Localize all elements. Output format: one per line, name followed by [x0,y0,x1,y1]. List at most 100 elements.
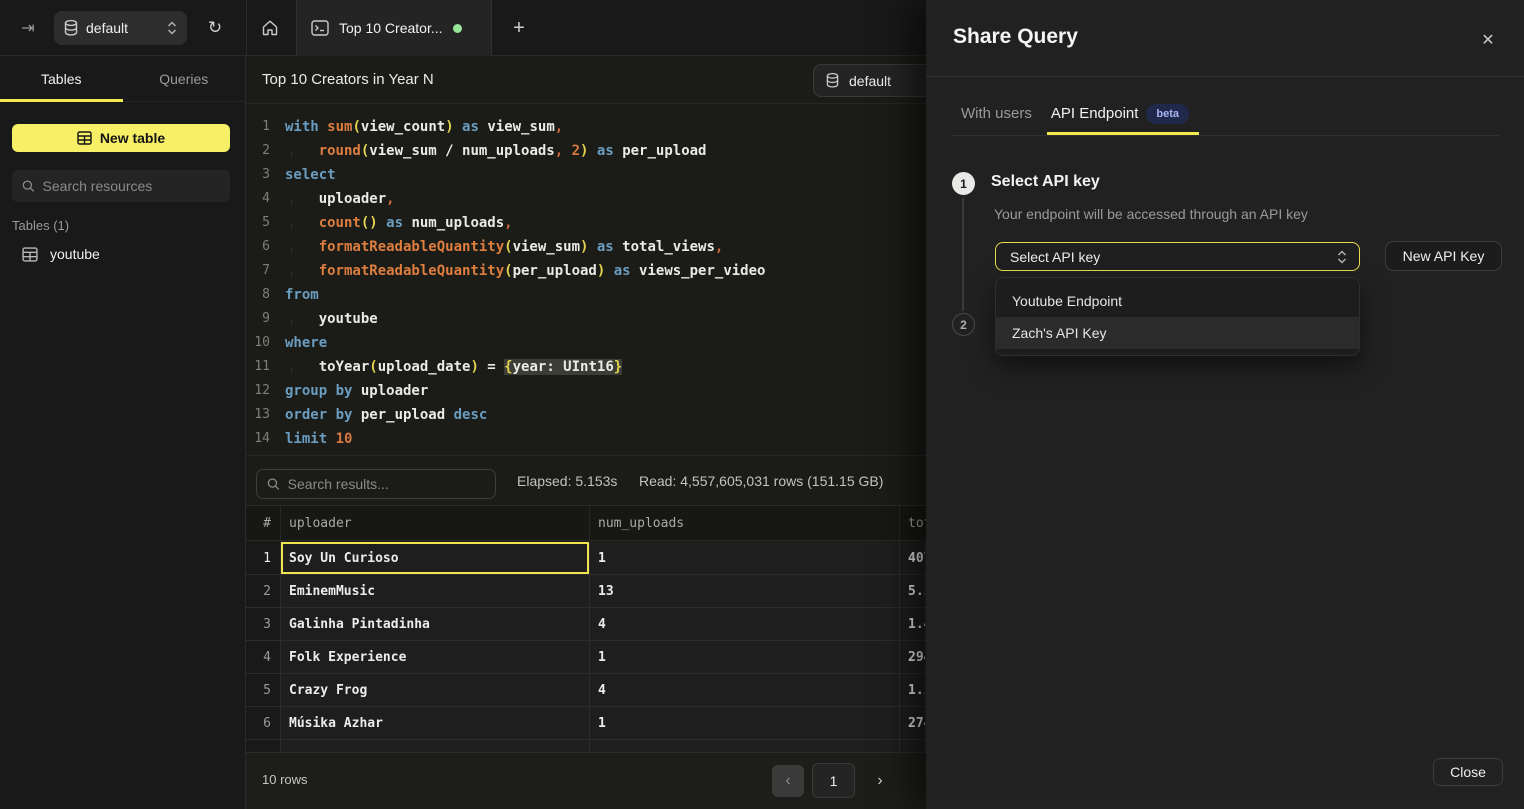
sidebar-collapse-icon[interactable]: ⇥ [16,16,40,40]
code-line: 3select [246,163,926,187]
database-selector[interactable]: default [54,11,187,45]
column-header-uploader[interactable]: uploader [281,506,590,540]
uploader-cell[interactable]: Folk Experience [281,641,590,674]
table-icon [77,131,92,145]
code-line: 14limit 10 [246,427,926,451]
line-number: 8 [246,283,270,307]
table-row: 6Músika Azhar1274 [246,707,926,740]
new-table-button[interactable]: New table [12,124,230,152]
new-table-label: New table [100,130,165,146]
row-index-cell[interactable]: 4 [246,641,281,674]
uploader-cell[interactable]: Soy Un Curioso [281,542,590,575]
api-key-menu-item[interactable]: Zach's API Key [996,317,1359,349]
api-key-select-value: Select API key [1010,249,1337,265]
topbar-divider [246,0,247,56]
line-number: 5 [246,211,270,235]
updown-chevron-icon [167,21,177,35]
table-row: 2EminemMusic135.1 [246,575,926,608]
tab-queries[interactable]: Queries [123,56,246,101]
total-views-cell[interactable]: 5.1 [900,575,926,608]
api-key-menu: Youtube EndpointZach's API Key [995,277,1360,356]
num-uploads-cell[interactable]: 1 [590,641,900,674]
search-icon [267,477,280,491]
code-line: 11toYear(upload_date) = {year: UInt16} [246,355,926,379]
share-query-panel: Share Query ✕ With users API Endpoint be… [926,0,1524,809]
row-index-cell[interactable]: 6 [246,707,281,740]
active-tab-underline [1047,132,1199,135]
panel-title: Share Query [953,25,1078,49]
column-header-total-views[interactable]: tot [900,506,926,540]
code-line: 5count() as num_uploads, [246,211,926,235]
num-uploads-cell[interactable]: 13 [590,575,900,608]
pagination-next-button[interactable]: › [868,765,892,797]
code-line: 6formatReadableQuantity(view_sum) as tot… [246,235,926,259]
tab-with-users-label: With users [961,105,1032,122]
row-index-cell[interactable]: 2 [246,575,281,608]
table-row: 3Galinha Pintadinha41.4 [246,608,926,641]
results-footer: 10 rows ‹ 1 › [246,752,926,809]
query-tab[interactable]: Top 10 Creator... [296,0,492,56]
num-uploads-cell[interactable]: 4 [590,608,900,641]
editor-database-selector[interactable]: default [813,64,926,97]
close-icon[interactable]: ✕ [1476,28,1500,52]
table-row: 4Folk Experience1294 [246,641,926,674]
num-uploads-cell[interactable]: 1 [590,707,900,740]
line-number: 13 [246,403,270,427]
results-header: # uploader num_uploads tot [246,505,926,541]
close-button[interactable]: Close [1433,758,1503,786]
uploader-cell[interactable]: Galinha Pintadinha [281,608,590,641]
tab-tables[interactable]: Tables [0,56,123,101]
api-key-menu-item[interactable]: Youtube Endpoint [996,285,1359,317]
query-title[interactable]: Top 10 Creators in Year N [262,71,434,88]
sidebar-search [12,170,230,202]
code-line: 7formatReadableQuantity(per_upload) as v… [246,259,926,283]
step-1-indicator: 1 [952,172,975,195]
results-search-input[interactable] [288,476,485,492]
row-count: 10 rows [262,772,308,787]
sidebar-item-youtube[interactable]: youtube [0,240,246,268]
new-tab-button[interactable]: + [505,14,533,42]
code-line: 2round(view_sum / num_uploads, 2) as per… [246,139,926,163]
total-views-cell[interactable]: 407 [900,542,926,575]
row-index-cell[interactable]: 5 [246,674,281,707]
row-index-cell[interactable]: 3 [246,608,281,641]
new-api-key-button[interactable]: New API Key [1385,241,1502,271]
home-icon[interactable] [258,17,282,39]
num-uploads-cell[interactable]: 1 [590,542,900,575]
pagination-prev-button[interactable]: ‹ [772,765,804,797]
column-header-index[interactable]: # [246,506,281,540]
line-number: 6 [246,235,270,259]
pagination-page-button[interactable]: 1 [812,763,855,798]
query-tab-label: Top 10 Creator... [339,20,443,36]
tabs-divider [951,135,1499,136]
total-views-cell[interactable]: 1.1 [900,674,926,707]
total-views-cell[interactable]: 1.4 [900,608,926,641]
code-line: 13order by per_upload desc [246,403,926,427]
total-views-cell[interactable]: 294 [900,641,926,674]
code-line: 9youtube [246,307,926,331]
updown-chevron-icon [1337,250,1347,264]
column-header-num-uploads[interactable]: num_uploads [590,506,900,540]
sql-editor[interactable]: 1with sum(view_count) as view_sum,2round… [246,104,926,455]
database-icon [826,73,839,88]
code-line: 12group by uploader [246,379,926,403]
row-index-cell[interactable]: 1 [246,542,281,575]
line-number: 7 [246,259,270,283]
tab-with-users[interactable]: With users [961,105,1032,122]
api-key-select[interactable]: Select API key [995,242,1360,271]
sidebar-search-input[interactable] [43,178,220,194]
uploader-cell[interactable]: EminemMusic [281,575,590,608]
tab-api-endpoint[interactable]: API Endpoint beta [1051,104,1189,124]
refresh-icon[interactable]: ↻ [204,17,226,39]
table-icon [22,247,38,262]
code-line: 10where [246,331,926,355]
beta-badge: beta [1146,104,1189,124]
table-name: youtube [50,246,100,262]
total-views-cell[interactable]: 274 [900,707,926,740]
uploader-cell[interactable]: Músika Azhar [281,707,590,740]
results-toolbar: Elapsed: 5.153s Read: 4,557,605,031 rows… [246,455,926,505]
editor-toolbar: Top 10 Creators in Year N default [246,56,926,104]
uploader-cell[interactable]: Crazy Frog [281,674,590,707]
tab-api-endpoint-label: API Endpoint [1051,105,1139,122]
num-uploads-cell[interactable]: 4 [590,674,900,707]
